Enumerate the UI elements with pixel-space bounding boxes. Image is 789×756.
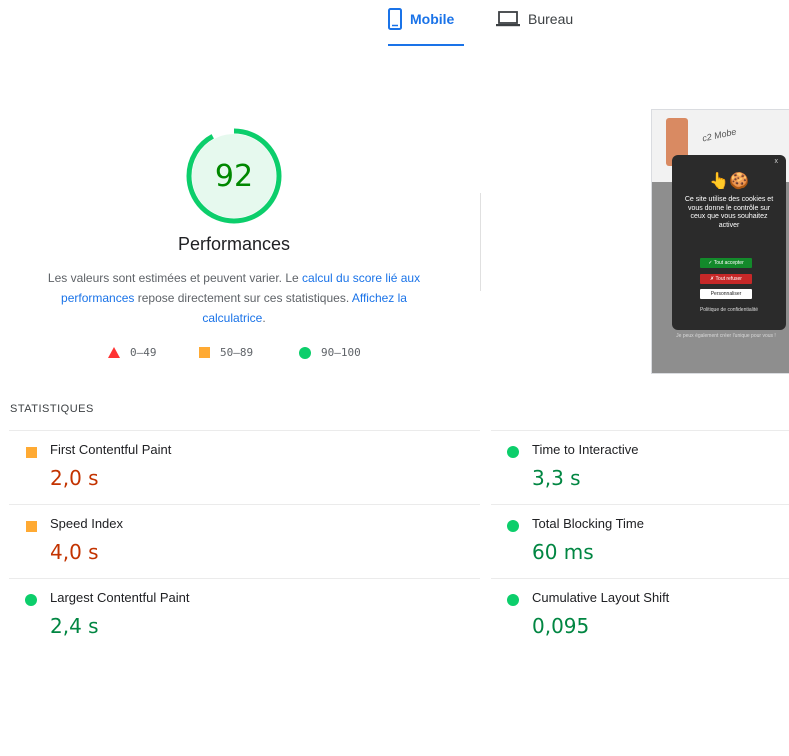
metric-total-blocking-time: Total Blocking Time 60 ms [491, 504, 789, 578]
metric-speed-index: Speed Index 4,0 s [9, 504, 480, 578]
red-triangle-icon [108, 347, 120, 358]
legend-range: 50–89 [220, 346, 254, 359]
divider [480, 193, 481, 291]
cookie-message: Ce site utilise des cookies et vous donn… [684, 196, 774, 229]
green-circle-icon [507, 520, 519, 532]
legend-item-fail: 0–49 [108, 346, 157, 359]
tab-mobile[interactable]: Mobile [388, 8, 464, 46]
cookie-popup: x 👆🍪 Ce site utilise des cookies et vous… [672, 155, 786, 330]
site-logo: c2 Mobe [701, 126, 738, 144]
metric-value: 0,095 [532, 614, 590, 638]
divider [491, 430, 789, 431]
tab-selected-indicator [388, 44, 464, 46]
legend-range: 90–100 [321, 346, 361, 359]
metric-name: Largest Contentful Paint [50, 590, 190, 605]
cookie-icon: 👆🍪 [709, 173, 749, 190]
orange-square-icon [26, 447, 37, 458]
device-tabs: Mobile Bureau [0, 0, 789, 46]
divider [9, 504, 480, 505]
laptop-icon [496, 11, 520, 32]
metrics-section-title: STATISTIQUES [10, 403, 94, 415]
legend-item-average: 50–89 [199, 346, 253, 359]
refuse-all-button: ✗ Tout refuser [700, 274, 752, 284]
metric-first-contentful-paint: First Contentful Paint 2,0 s [9, 430, 480, 504]
tab-desktop[interactable]: Bureau [496, 8, 586, 46]
metric-time-to-interactive: Time to Interactive 3,3 s [491, 430, 789, 504]
score-value: 92 [214, 158, 254, 194]
divider [9, 578, 480, 579]
tab-mobile-label: Mobile [410, 11, 455, 27]
accept-all-button: ✓ Tout accepter [700, 258, 752, 268]
metric-name: Time to Interactive [532, 442, 639, 457]
metric-name: Cumulative Layout Shift [532, 590, 670, 605]
metric-value: 3,3 s [532, 466, 581, 490]
orange-square-icon [26, 521, 37, 532]
divider [491, 504, 789, 505]
green-circle-icon [507, 446, 519, 458]
thumbnail-bottom-text: Je peux également créer l'unique pour vo… [676, 333, 776, 339]
orange-square-icon [199, 347, 210, 358]
metric-name: Speed Index [50, 516, 124, 531]
customize-button: Personnaliser [700, 289, 752, 299]
metric-value: 4,0 s [50, 540, 99, 564]
metric-largest-contentful-paint: Largest Contentful Paint 2,4 s [9, 578, 480, 652]
score-description: Les valeurs sont estimées et peuvent var… [36, 268, 432, 328]
mobile-phone-icon [388, 8, 402, 35]
metric-value: 2,0 s [50, 466, 99, 490]
metric-name: First Contentful Paint [50, 442, 172, 457]
green-circle-icon [299, 346, 311, 359]
metric-name: Total Blocking Time [532, 516, 644, 531]
tab-desktop-label: Bureau [528, 11, 574, 27]
privacy-policy-link: Politique de confidentialité [699, 307, 759, 313]
performance-score-gauge: 92 [184, 126, 284, 226]
green-circle-icon [25, 594, 37, 606]
description-text: Les valeurs sont estimées et peuvent var… [47, 271, 303, 285]
metric-value: 60 ms [532, 540, 594, 564]
description-end: . [262, 311, 266, 325]
page-screenshot-thumbnail[interactable]: c2 Mobe Je peux également créer l'unique… [651, 109, 789, 374]
metric-cumulative-layout-shift: Cumulative Layout Shift 0,095 [491, 578, 789, 652]
legend-range: 0–49 [130, 346, 157, 359]
green-circle-icon [507, 594, 519, 606]
divider [9, 430, 480, 431]
close-icon: x [774, 158, 779, 165]
description-text-2: repose directement sur ces statistiques. [134, 291, 352, 305]
legend-item-pass: 90–100 [299, 346, 361, 359]
divider [491, 578, 789, 579]
category-title: Performances [177, 234, 291, 254]
metric-value: 2,4 s [50, 614, 99, 638]
